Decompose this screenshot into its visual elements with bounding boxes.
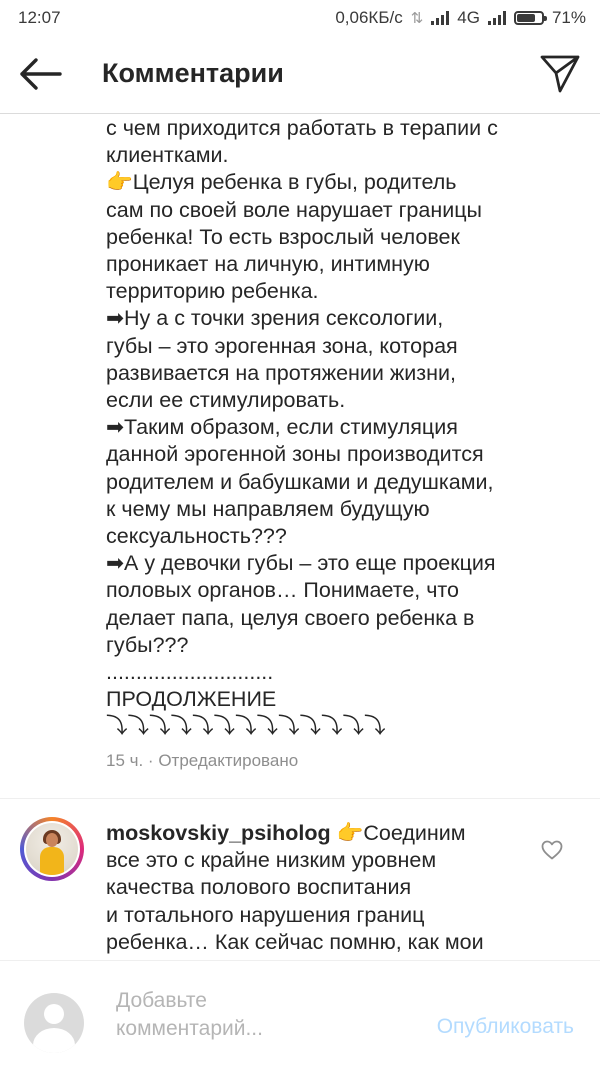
- heart-outline-icon: [541, 840, 563, 860]
- caption-line: территорию ребенка.: [106, 279, 319, 304]
- avatar-photo: [26, 823, 78, 875]
- user-avatar-icon: [24, 993, 84, 1053]
- post-caption: с чем приходится работать в терапии с кл…: [106, 115, 586, 741]
- caption-line: ПРОДОЛЖЕНИЕ: [106, 687, 277, 712]
- caption-line: ➡А у девочки губы – это еще проекция: [106, 551, 496, 576]
- divider: [0, 798, 600, 799]
- caption-line: губы – это эрогенная зона, которая: [106, 333, 458, 358]
- comment-line: ребенка… Как сейчас помню, как мои: [106, 929, 484, 954]
- caption-line: сам по своей воле нарушает границы: [106, 197, 482, 222]
- battery-fill: [516, 14, 536, 22]
- caption-line: данной эрогенной зоны производится: [106, 442, 484, 467]
- comment-composer: Опубликовать: [0, 960, 600, 1066]
- status-bar: 12:07 0,06КБ/с ⇅ 4G 71%: [0, 0, 600, 36]
- caption-line: с чем приходится работать в терапии с: [106, 116, 498, 140]
- caption-line: родителем и бабушками и дедушками,: [106, 469, 494, 494]
- caption-line: сексуальность???: [106, 524, 287, 549]
- caption-line: ➡Ну а с точки зрения сексологии,: [106, 306, 444, 331]
- caption-line: проникает на личную, интимную: [106, 252, 430, 277]
- caption-line: губы???: [106, 632, 189, 657]
- caption-line: ............................: [106, 660, 274, 685]
- network-type: 4G: [457, 8, 480, 27]
- status-indicators: 0,06КБ/с ⇅ 4G 71%: [335, 8, 586, 28]
- data-transfer-icon: ⇅: [410, 10, 424, 27]
- header: Комментарии: [0, 36, 600, 114]
- status-time: 12:07: [18, 8, 61, 27]
- network-speed: 0,06КБ/с: [335, 8, 403, 27]
- arrow-left-icon: [20, 58, 62, 90]
- comment-line: и тотального нарушения границ: [106, 902, 425, 927]
- battery-icon: [513, 11, 547, 25]
- comment-input[interactable]: [116, 987, 376, 1047]
- comment-line: 👉Соединим: [330, 821, 466, 845]
- comments-list[interactable]: с чем приходится работать в терапии с кл…: [0, 114, 600, 960]
- caption-line: если ее стимулировать.: [106, 388, 346, 413]
- direct-send-button[interactable]: [538, 52, 582, 96]
- caption-line: половых органов… Понимаете, что: [106, 578, 459, 603]
- like-comment-button[interactable]: [540, 838, 564, 862]
- comment-line: все это с крайне низким уровнем: [106, 848, 437, 873]
- caption-line: ⤵⤵⤵⤵⤵⤵⤵⤵⤵⤵⤵⤵⤵: [106, 714, 386, 739]
- caption-timestamp: 15 ч. · Отредактировано: [106, 751, 299, 770]
- caption-line: к чему мы направляем будущую: [106, 496, 430, 521]
- battery-percent: 71%: [551, 8, 586, 27]
- signal-icon: [431, 11, 450, 25]
- page-title: Комментарии: [102, 58, 284, 88]
- caption-line: ➡Таким образом, если стимуляция: [106, 415, 458, 440]
- comment-line: качества полового воспитания: [106, 875, 412, 900]
- back-button[interactable]: [16, 54, 64, 94]
- caption-line: ребенка! То есть взрослый человек: [106, 224, 460, 249]
- comment-item: moskovskiy_psiholog 👉Соединим все это с …: [106, 820, 536, 956]
- caption-line: 👉Целуя ребенка в губы, родитель: [106, 170, 457, 195]
- publish-button[interactable]: Опубликовать: [437, 1015, 574, 1039]
- caption-line: делает папа, целуя своего ребенка в: [106, 605, 475, 630]
- caption-line: клиентками.: [106, 143, 229, 168]
- commenter-avatar[interactable]: [20, 817, 84, 881]
- direct-send-icon: [540, 55, 580, 93]
- comment-username[interactable]: moskovskiy_psiholog: [106, 821, 331, 845]
- signal-icon-2: [487, 11, 506, 25]
- caption-line: развивается на протяжении жизни,: [106, 360, 457, 385]
